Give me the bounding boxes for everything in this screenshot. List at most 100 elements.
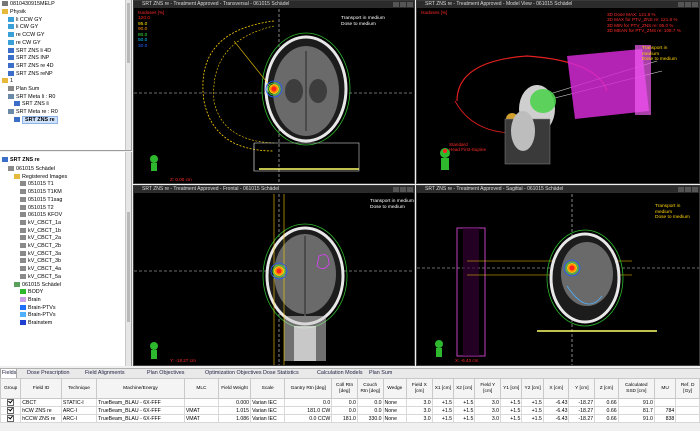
table-cell[interactable]	[0, 398, 22, 407]
table-cell[interactable]: hCW ZNS re	[20, 406, 62, 415]
table-cell[interactable]: 3.0	[406, 398, 433, 407]
table-cell[interactable]: +1.5	[431, 406, 455, 415]
plan-tree[interactable]: 0810430915MELP Physik li CCW GY li CW GY re…	[0, 0, 132, 151]
column-header[interactable]: Y2 [cm]	[521, 378, 544, 399]
table-cell[interactable]	[675, 414, 700, 423]
tree-item[interactable]: BODY	[20, 289, 43, 296]
table-cell[interactable]	[183, 398, 220, 407]
table-row[interactable]: hCCW ZNS re ARC-I TrueBeam_BLAU - 6X-FFF VM…	[0, 414, 700, 423]
tree-item[interactable]: re CW GY	[8, 40, 41, 47]
table-cell[interactable]: -18.27	[568, 398, 596, 407]
column-header[interactable]: MU	[653, 378, 677, 399]
tree-item[interactable]: kV_CBCT_3b	[20, 258, 61, 265]
tree-item[interactable]: 051015 T1sag	[20, 197, 62, 204]
tree-item[interactable]: 051015 T1KM	[20, 189, 62, 196]
table-cell[interactable]: 3.0	[474, 414, 502, 423]
tree-item[interactable]: Brain-PTVs	[20, 312, 56, 319]
table-cell[interactable]: Varian IEC	[250, 398, 286, 407]
tree-item[interactable]: kV_CBCT_2a	[20, 235, 61, 242]
table-cell[interactable]	[0, 406, 22, 415]
table-cell[interactable]: 81.7	[617, 406, 655, 415]
table-cell[interactable]: +1.5	[453, 398, 476, 407]
tab-plan-sum[interactable]: Plan Sum	[368, 369, 392, 378]
tab-optimization-objectives[interactable]: Optimization Objectives	[204, 369, 262, 378]
tab-fields[interactable]: Fields	[0, 369, 18, 378]
tree-item[interactable]: Brainstem	[20, 320, 52, 327]
tab-dose-prescription[interactable]: Dose Prescription	[26, 369, 70, 378]
tree-item[interactable]: Physik	[2, 9, 26, 16]
tree-item[interactable]: kV_CBCT_5a	[20, 274, 61, 281]
table-cell[interactable]: ARC-I	[60, 414, 98, 423]
table-cell[interactable]: VMAT	[183, 414, 220, 423]
tree-item[interactable]: 061015 KFOV	[20, 212, 62, 219]
table-cell[interactable]: -6.43	[542, 406, 570, 415]
column-header[interactable]: Gantry Rtn [deg]	[284, 378, 333, 399]
column-header[interactable]: Wedge	[382, 378, 408, 399]
tree-item[interactable]: 051015 T1	[20, 181, 54, 188]
table-cell[interactable]: VMAT	[183, 406, 220, 415]
column-header[interactable]: MLC	[183, 378, 220, 399]
table-cell[interactable]: +1.5	[521, 414, 544, 423]
column-header[interactable]: X1 [cm]	[431, 378, 455, 399]
tree-item[interactable]: SRT ZNS re 4D	[8, 63, 54, 70]
tree-item[interactable]: kV_CBCT_3a	[20, 251, 61, 258]
tree-item[interactable]: 061015 Schädel	[8, 166, 55, 173]
tree-item[interactable]: 051015 T2	[20, 205, 54, 212]
table-cell[interactable]: 181.0 CW	[284, 406, 333, 415]
tree-item[interactable]: 1	[2, 78, 13, 85]
tree-item[interactable]: SRT ZNS li	[14, 101, 49, 108]
tree-item[interactable]: kV_CBCT_4a	[20, 266, 61, 273]
table-cell[interactable]: STATIC-I	[60, 398, 98, 407]
scroll-thumb[interactable]	[127, 3, 130, 63]
table-cell[interactable]: 0.0 CCW	[284, 414, 333, 423]
table-cell[interactable]	[675, 406, 700, 415]
table-cell[interactable]: 0.66	[594, 398, 619, 407]
plan-tree-scrollbar[interactable]	[125, 0, 131, 150]
table-row[interactable]: hCW ZNS re ARC-I TrueBeam_BLAU - 6X-FFF VMA…	[0, 406, 700, 415]
table-cell[interactable]: +1.5	[431, 414, 455, 423]
table-cell[interactable]: -6.43	[542, 398, 570, 407]
table-cell[interactable]: 784	[653, 406, 677, 415]
table-cell[interactable]: 0.66	[594, 414, 619, 423]
table-cell[interactable]: TrueBeam_BLAU - 6X-FFF	[96, 414, 185, 423]
table-cell[interactable]: 0.66	[594, 406, 619, 415]
table-cell[interactable]: 0.0	[356, 406, 384, 415]
column-header[interactable]: Y [cm]	[568, 378, 596, 399]
table-cell[interactable]: 1.015	[217, 406, 252, 415]
column-header[interactable]: X2 [cm]	[453, 378, 476, 399]
table-cell[interactable]: None	[382, 414, 408, 423]
table-cell[interactable]: ARC-I	[60, 406, 98, 415]
column-header[interactable]: X [cm]	[542, 378, 570, 399]
tree-item[interactable]: SRT ZNS li 4D	[8, 48, 51, 55]
scroll-thumb[interactable]	[127, 212, 130, 322]
column-header[interactable]: Field X [cm]	[406, 378, 433, 399]
tree-item[interactable]: re CCW GY	[8, 32, 44, 39]
table-cell[interactable]: hCCW ZNS re	[20, 414, 62, 423]
table-cell[interactable]: +1.5	[500, 406, 523, 415]
table-cell[interactable]: 3.0	[406, 406, 433, 415]
table-cell[interactable]: 0.000	[217, 398, 252, 407]
column-header[interactable]: Ref. D [Gy]	[675, 378, 700, 399]
field-checkbox[interactable]	[7, 415, 15, 422]
table-cell[interactable]: +1.5	[521, 406, 544, 415]
table-cell[interactable]: +1.5	[500, 414, 523, 423]
table-cell[interactable]: -18.27	[568, 414, 596, 423]
column-header[interactable]: Field Y [cm]	[474, 378, 502, 399]
model-view[interactable]: SRT ZNS re - Treatment Approved - Model …	[416, 0, 700, 184]
table-cell[interactable]	[0, 414, 22, 423]
structure-tree-scrollbar[interactable]	[125, 152, 131, 366]
tree-item[interactable]: SRT Meta li : R0	[8, 94, 55, 101]
tree-item[interactable]: kV_CBCT_2b	[20, 243, 61, 250]
table-cell[interactable]: +1.5	[521, 398, 544, 407]
tree-item[interactable]: Registered Images	[14, 174, 67, 181]
table-cell[interactable]: TrueBeam_BLAU - 6X-FFF	[96, 406, 185, 415]
tree-item[interactable]: SRT ZNS re	[14, 115, 58, 124]
tree-item[interactable]: kV_CBCT_1b	[20, 228, 61, 235]
table-cell[interactable]: -6.43	[542, 414, 570, 423]
fields-table[interactable]: Group Field ID Technique Machine/Energy MLC F…	[0, 378, 700, 423]
table-cell[interactable]: 838	[653, 414, 677, 423]
column-header[interactable]: Couch Rtn [deg]	[356, 378, 384, 399]
table-cell[interactable]: +1.5	[453, 406, 476, 415]
table-cell[interactable]: 0.0	[356, 398, 384, 407]
tree-item[interactable]: SRT ZNS reNP	[8, 71, 53, 78]
